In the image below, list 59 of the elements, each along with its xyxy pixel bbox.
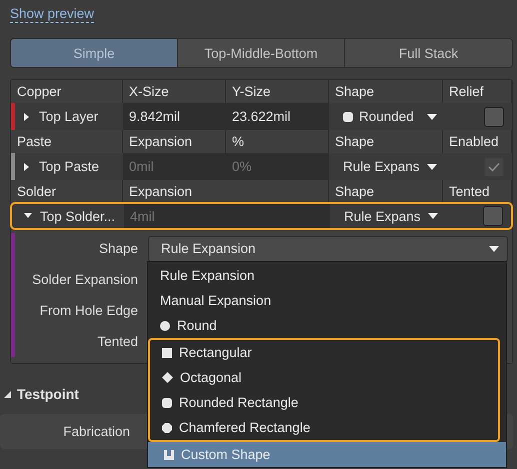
column-header: %: [226, 130, 329, 153]
shape-select[interactable]: Rounded: [329, 103, 443, 130]
column-header: Paste: [11, 130, 123, 153]
rounded-square-icon: [343, 112, 353, 122]
option-label: Octagonal: [180, 370, 242, 385]
dropdown-option[interactable]: Rounded Rectangle: [150, 390, 498, 415]
dropdown-option[interactable]: Manual Expansion: [148, 288, 506, 313]
dropdown-arrow-icon: [489, 246, 499, 252]
field-label: Shape: [98, 241, 138, 256]
column-header: Shape: [329, 180, 443, 203]
option-label: Rounded Rectangle: [179, 395, 298, 410]
dropdown-option[interactable]: Round: [148, 313, 506, 338]
check-icon: [488, 162, 500, 172]
option-label: Rule Expansion: [160, 268, 255, 283]
field-label: From Hole Edge: [38, 303, 138, 318]
column-header: Expansion: [123, 180, 329, 203]
column-header: Relief: [443, 80, 512, 103]
column-header: Y-Size: [226, 80, 329, 103]
dropdown-option[interactable]: Rule Expansion: [148, 263, 506, 288]
column-header: Expansion: [123, 130, 226, 153]
shape-select[interactable]: Rule Expans: [330, 204, 444, 228]
field-label: Solder Expansion: [31, 272, 138, 287]
column-header: Shape: [329, 130, 443, 153]
option-label: Chamfered Rectangle: [179, 420, 310, 435]
option-label: Custom Shape: [181, 447, 270, 462]
dropdown-arrow-icon: [427, 114, 437, 120]
circle-icon: [160, 320, 170, 330]
dropdown-arrow-icon: [428, 213, 438, 219]
rounded-square-icon: [162, 398, 172, 408]
custom-shape-icon: [164, 450, 174, 460]
layer-name: Top Solder...: [40, 208, 116, 224]
column-header: Tented: [443, 180, 512, 203]
field-label: Fabrication: [62, 424, 130, 439]
column-header: Copper: [11, 80, 123, 103]
dropdown-option[interactable]: Rectangular: [150, 340, 498, 365]
dropdown-option[interactable]: Chamfered Rectangle: [150, 415, 498, 440]
expanded-caret-icon[interactable]: [24, 212, 32, 220]
dropdown-option[interactable]: Octagonal: [150, 365, 498, 390]
shape-dropdown[interactable]: Rule Expansion: [148, 236, 508, 262]
dropdown-arrow-icon: [427, 164, 437, 170]
column-header: X-Size: [123, 80, 226, 103]
layer-name: Top Paste: [39, 159, 100, 174]
checkbox[interactable]: [484, 106, 504, 126]
layer-name: Top Layer: [39, 109, 98, 124]
square-icon: [162, 348, 172, 358]
option-label: Round: [177, 318, 217, 333]
option-label: Manual Expansion: [160, 293, 272, 308]
checkbox[interactable]: [483, 206, 503, 226]
section-title: Testpoint: [17, 386, 79, 402]
column-header: Enabled: [443, 130, 512, 153]
octagon-icon: [162, 422, 172, 432]
collapsed-caret-icon[interactable]: [23, 112, 31, 120]
diamond-icon: [162, 372, 173, 383]
column-header: Solder: [11, 180, 123, 203]
field-label: Tented: [96, 334, 138, 349]
expanded-caret-icon[interactable]: [4, 390, 11, 398]
column-header: Shape: [329, 80, 443, 103]
show-preview-link[interactable]: Show preview: [10, 6, 94, 23]
option-label: Rectangular: [179, 345, 252, 360]
